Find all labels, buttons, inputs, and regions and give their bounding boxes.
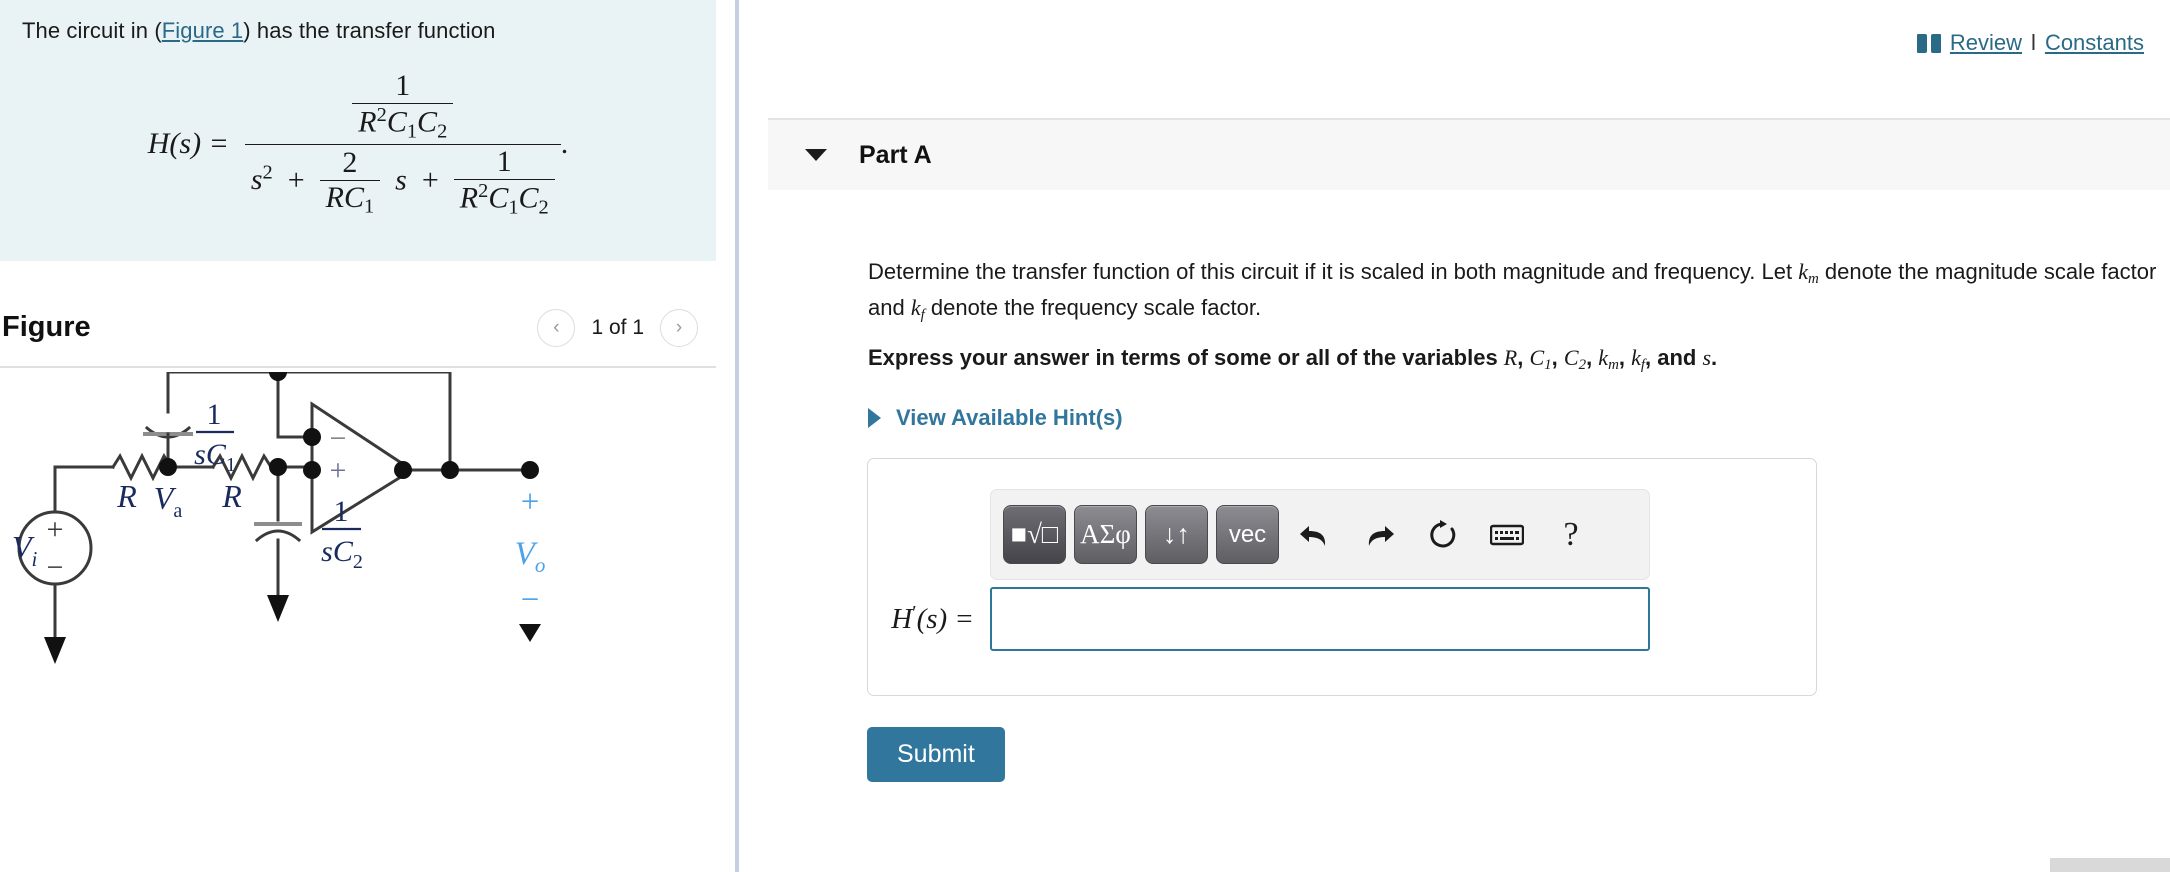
answer-instructions: Express your answer in terms of some or …	[868, 345, 1718, 374]
label-vi: Vi	[12, 529, 38, 571]
figure-header: Figure ‹ 1 of 1 ›	[0, 290, 716, 365]
greek-symbols-button[interactable]: ΑΣφ	[1074, 505, 1137, 564]
answer-label-h: H	[891, 603, 913, 636]
left-problem-panel: The circuit in (Figure 1) has the transf…	[0, 0, 716, 872]
figure-prev-button[interactable]: ‹	[537, 308, 576, 347]
problem-statement-box: The circuit in (Figure 1) has the transf…	[0, 0, 716, 261]
arrows-button-label: ↓↑	[1163, 519, 1190, 549]
figure-navigation: ‹ 1 of 1 ›	[537, 308, 698, 347]
label-r2: R	[221, 478, 242, 514]
formula-period: .	[560, 127, 569, 161]
var-km: km	[1598, 345, 1619, 374]
opamp-polarity: − +	[330, 422, 347, 487]
var-c1: C1	[1529, 345, 1552, 374]
figure-title: Figure	[2, 311, 91, 343]
undo-icon[interactable]	[1287, 507, 1343, 563]
svg-text:sC2: sC2	[321, 535, 363, 573]
review-separator: l	[2031, 30, 2036, 55]
figure-counter: 1 of 1	[591, 315, 644, 339]
label-r1: R	[116, 478, 137, 514]
resize-handle[interactable]	[2050, 858, 2170, 872]
help-icon-glyph: ?	[1563, 515, 1579, 553]
help-icon[interactable]: ?	[1543, 507, 1599, 563]
template-button[interactable]: ■√□	[1003, 505, 1066, 564]
vector-button-label: vec	[1228, 520, 1267, 548]
svg-text:−: −	[330, 422, 347, 455]
var-s: s	[1702, 345, 1712, 370]
svg-text:+: +	[330, 454, 347, 487]
svg-text:−: −	[47, 551, 64, 584]
svg-text:−: −	[521, 582, 540, 618]
chevron-right-icon: ›	[675, 316, 683, 338]
math-toolbar: ■√□ ΑΣφ ↓↑ vec ?	[990, 489, 1650, 580]
output-port-labels: + Vo −	[515, 484, 546, 618]
answer-label: H′(s) =	[868, 602, 990, 636]
svg-text:+: +	[521, 484, 540, 520]
label-impedance-c1: 1 sC1	[194, 398, 236, 476]
problem-statement-text: The circuit in (Figure 1) has the transf…	[22, 16, 694, 46]
template-button-label: ■√□	[1010, 519, 1059, 549]
keyboard-icon[interactable]	[1479, 507, 1535, 563]
caret-down-icon[interactable]	[805, 149, 827, 161]
answer-input-row: H′(s) =	[868, 587, 1816, 651]
view-hints-link[interactable]: View Available Hint(s)	[868, 405, 1123, 431]
answer-instructions-variables: R	[1503, 345, 1518, 370]
page-root: The circuit in (Figure 1) has the transf…	[0, 0, 2170, 872]
review-link[interactable]: Review	[1950, 30, 2022, 56]
svg-text:sC1: sC1	[194, 438, 236, 476]
figure-1-link[interactable]: Figure 1	[162, 18, 244, 43]
question-text-part3: denote the frequency scale factor.	[924, 294, 1262, 320]
view-hints-label: View Available Hint(s)	[896, 405, 1123, 430]
question-text-part1: Determine the transfer function of this …	[868, 259, 1799, 284]
svg-text:1: 1	[334, 495, 349, 528]
constants-link[interactable]: Constants	[2045, 30, 2144, 56]
vector-button[interactable]: vec	[1216, 505, 1279, 564]
variable-kf: kf	[910, 294, 925, 323]
review-constants-bar: Review l Constants	[1916, 30, 2144, 56]
svg-text:1: 1	[207, 398, 222, 431]
answer-instructions-prefix: Express your answer in terms of some or …	[868, 345, 1504, 370]
formula-main-fraction: 1 R2C1C2 s2 + 2 RC1 s + 1 R2C1C2	[244, 70, 561, 219]
transfer-function-formula: H(s) = 1 R2C1C2 s2 + 2 RC1 s + 1 R2C1C2 …	[0, 70, 716, 219]
var-c2: C2	[1563, 345, 1587, 374]
figure-next-button[interactable]: ›	[660, 308, 698, 347]
var-kf: kf	[1631, 345, 1646, 374]
figure-divider	[0, 366, 716, 368]
svg-text:Vo: Vo	[515, 536, 546, 577]
book-icon	[1916, 33, 1941, 53]
statement-prefix: The circuit in (	[22, 18, 162, 43]
arrows-button[interactable]: ↓↑	[1145, 505, 1208, 564]
question-prompt: Determine the transfer function of this …	[868, 255, 2158, 326]
answer-input[interactable]	[990, 587, 1650, 651]
svg-text:+: +	[47, 513, 64, 546]
label-impedance-c2: 1 sC2	[321, 495, 363, 573]
right-answer-panel: Review l Constants Part A Determine the …	[739, 0, 2170, 872]
circuit-diagram: + − − + Vi R R Va 1 sC1 1 sC2 + Vo −	[0, 358, 716, 872]
submit-button[interactable]: Submit	[867, 727, 1005, 782]
part-a-header[interactable]: Part A	[768, 118, 2170, 190]
reset-icon[interactable]	[1415, 507, 1471, 563]
answer-card: ■√□ ΑΣφ ↓↑ vec ? H′(s) =	[867, 458, 1817, 696]
redo-icon[interactable]	[1351, 507, 1407, 563]
chevron-left-icon: ‹	[553, 316, 560, 338]
answer-label-rest: (s) =	[916, 603, 974, 636]
greek-symbols-button-label: ΑΣφ	[1080, 519, 1131, 549]
formula-denominator: s2 + 2 RC1 s + 1 R2C1C2	[245, 145, 561, 219]
part-title: Part A	[859, 140, 932, 169]
circuit-svg: + − − + Vi R R Va 1 sC1 1 sC2 + Vo −	[12, 358, 546, 664]
formula-lhs: H(s) =	[147, 127, 229, 161]
caret-right-icon	[868, 408, 881, 428]
statement-suffix: ) has the transfer function	[243, 18, 496, 43]
source-polarity: + −	[47, 513, 64, 584]
variable-km: km	[1798, 259, 1819, 288]
label-va: Va	[154, 480, 183, 522]
ground-arrow-output	[519, 624, 541, 642]
ground-arrow-source	[44, 637, 66, 664]
formula-numerator: 1 R2C1C2	[346, 70, 459, 144]
ground-arrow-c2	[267, 595, 289, 622]
